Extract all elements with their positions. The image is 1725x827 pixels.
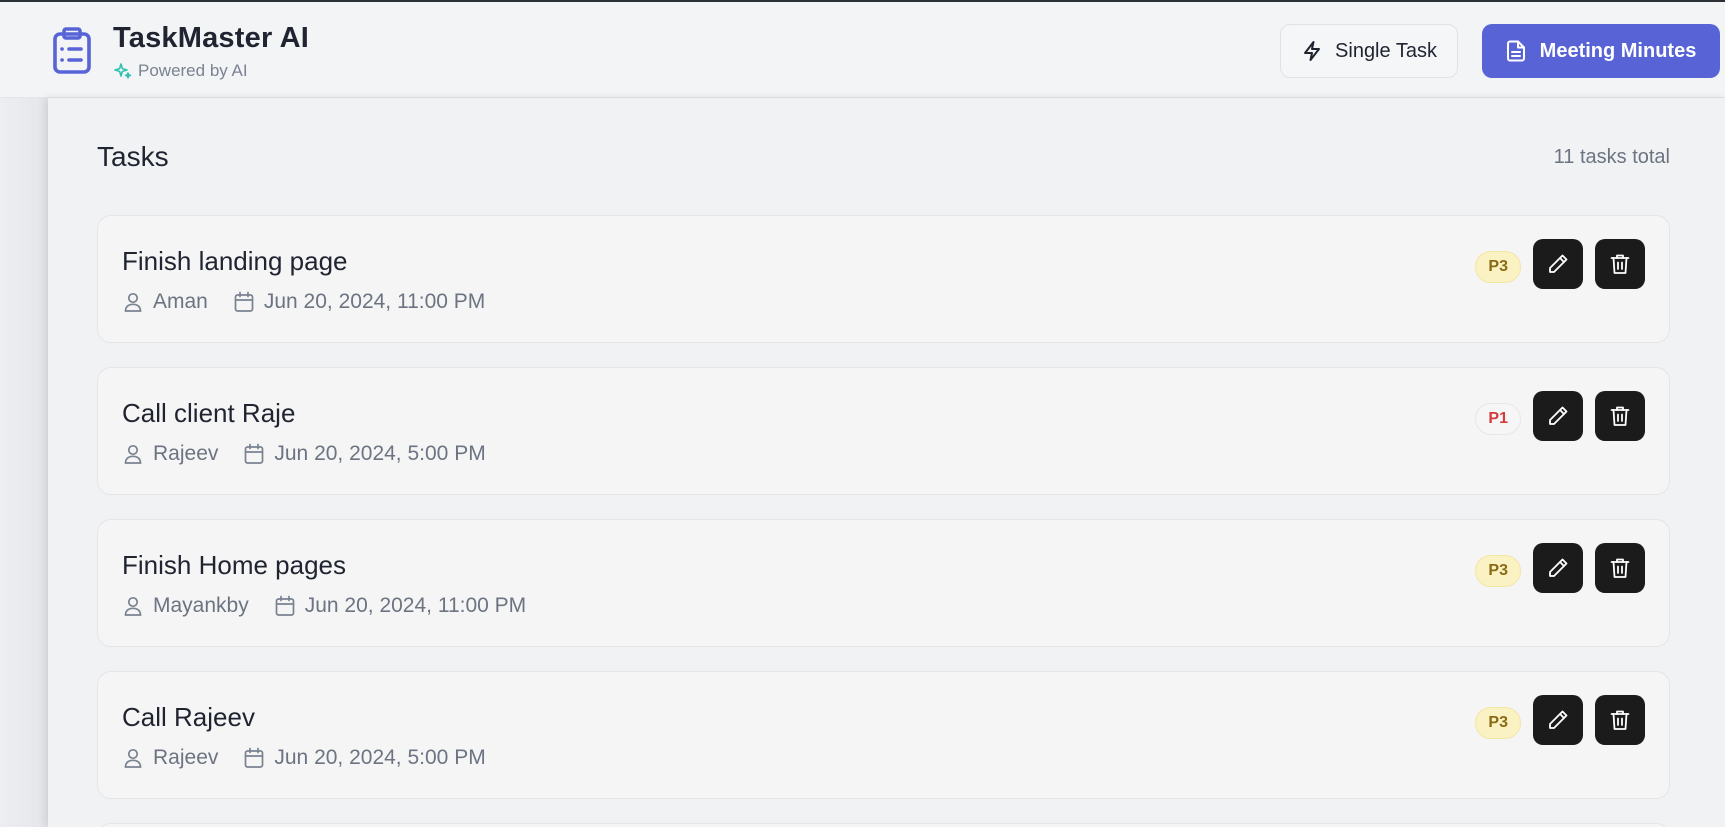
calendar-icon	[275, 595, 295, 616]
assignee-name: Rajeev	[153, 442, 219, 465]
calendar-icon	[245, 443, 264, 464]
tasks-heading: Tasks	[97, 141, 169, 172]
task-meta: Mayankby Jun 20, 2024, 11:00 PM	[122, 594, 551, 618]
task-card: Call client Raje Rajeev Jun 20, 2024, 5:…	[97, 367, 1670, 495]
clipboard-list-icon	[53, 27, 91, 74]
task-due: Jun 20, 2024, 5:00 PM	[243, 746, 486, 770]
app-header: TaskMaster AI Powered by AI Single Task …	[0, 2, 1725, 98]
edit-task-button[interactable]	[1533, 543, 1583, 593]
task-title: Call client Raje	[122, 398, 296, 428]
pencil-icon	[1549, 254, 1568, 273]
due-date: Jun 20, 2024, 5:00 PM	[274, 442, 486, 465]
edit-task-button[interactable]	[1533, 695, 1583, 745]
due-date: Jun 20, 2024, 11:00 PM	[304, 594, 527, 617]
assignee-name: Mayankby	[153, 594, 249, 617]
priority-badge: P3	[1475, 707, 1521, 739]
meeting-minutes-button[interactable]: Meeting Minutes	[1482, 24, 1720, 78]
trash-icon	[1610, 254, 1630, 274]
app-title: TaskMaster AI	[113, 22, 310, 54]
tasks-panel: Tasks 11 tasks total Finish landing page…	[48, 98, 1725, 827]
task-due: Jun 20, 2024, 11:00 PM	[274, 594, 526, 618]
task-due: Jun 20, 2024, 11:00 PM	[233, 290, 485, 314]
document-icon	[1506, 40, 1525, 62]
single-task-button[interactable]: Single Task	[1280, 24, 1458, 78]
task-assignee: Rajeev	[122, 746, 218, 770]
assignee-name: Rajeev	[153, 746, 219, 769]
priority-badge: P3	[1475, 555, 1521, 587]
task-assignee: Mayankby	[122, 594, 249, 618]
calendar-icon	[245, 747, 264, 768]
tasks-count: 11 tasks total	[1553, 146, 1670, 168]
task-meta: Rajeev Jun 20, 2024, 5:00 PM	[122, 442, 511, 466]
pencil-icon	[1549, 710, 1568, 729]
left-backdrop	[0, 98, 48, 827]
edit-task-button[interactable]	[1533, 391, 1583, 441]
trash-icon	[1610, 558, 1630, 578]
due-date: Jun 20, 2024, 11:00 PM	[263, 290, 486, 313]
priority-badge: P3	[1475, 251, 1521, 283]
task-due: Jun 20, 2024, 5:00 PM	[243, 442, 486, 466]
due-date: Jun 20, 2024, 5:00 PM	[274, 746, 486, 769]
user-icon	[124, 596, 142, 616]
delete-task-button[interactable]	[1595, 543, 1645, 593]
edit-task-button[interactable]	[1533, 239, 1583, 289]
task-card: Finish Home pages Mayankby Jun 20, 2024,…	[97, 519, 1670, 647]
lightning-icon	[1304, 41, 1321, 61]
delete-task-button[interactable]	[1595, 391, 1645, 441]
task-assignee: Rajeev	[122, 442, 218, 466]
delete-task-button[interactable]	[1595, 695, 1645, 745]
pencil-icon	[1549, 558, 1568, 577]
task-title: Finish landing page	[122, 246, 348, 276]
powered-by-label: Powered by AI	[138, 61, 248, 80]
task-meta: Aman Jun 20, 2024, 11:00 PM	[122, 290, 510, 314]
task-card: Finish landing page Aman Jun 20, 2024, 1…	[97, 215, 1670, 343]
trash-icon	[1610, 710, 1630, 730]
assignee-name: Aman	[153, 290, 208, 313]
task-assignee: Aman	[122, 290, 208, 314]
priority-badge: P1	[1475, 403, 1521, 435]
task-title: Finish Home pages	[122, 550, 346, 580]
user-icon	[124, 748, 142, 768]
task-title: Call Rajeev	[122, 702, 255, 732]
single-task-label: Single Task	[1335, 39, 1437, 62]
task-card: Call Rajeev Rajeev Jun 20, 2024, 5:00 PM…	[97, 671, 1670, 799]
task-card-partial	[97, 823, 1670, 827]
delete-task-button[interactable]	[1595, 239, 1645, 289]
meeting-minutes-label: Meeting Minutes	[1539, 39, 1697, 62]
trash-icon	[1610, 406, 1630, 426]
pencil-icon	[1549, 406, 1568, 425]
sparkle-icon	[114, 63, 132, 79]
user-icon	[124, 444, 142, 464]
calendar-icon	[234, 291, 254, 312]
task-meta: Rajeev Jun 20, 2024, 5:00 PM	[122, 746, 511, 770]
user-icon	[124, 292, 142, 312]
powered-by: Powered by AI	[114, 61, 248, 81]
